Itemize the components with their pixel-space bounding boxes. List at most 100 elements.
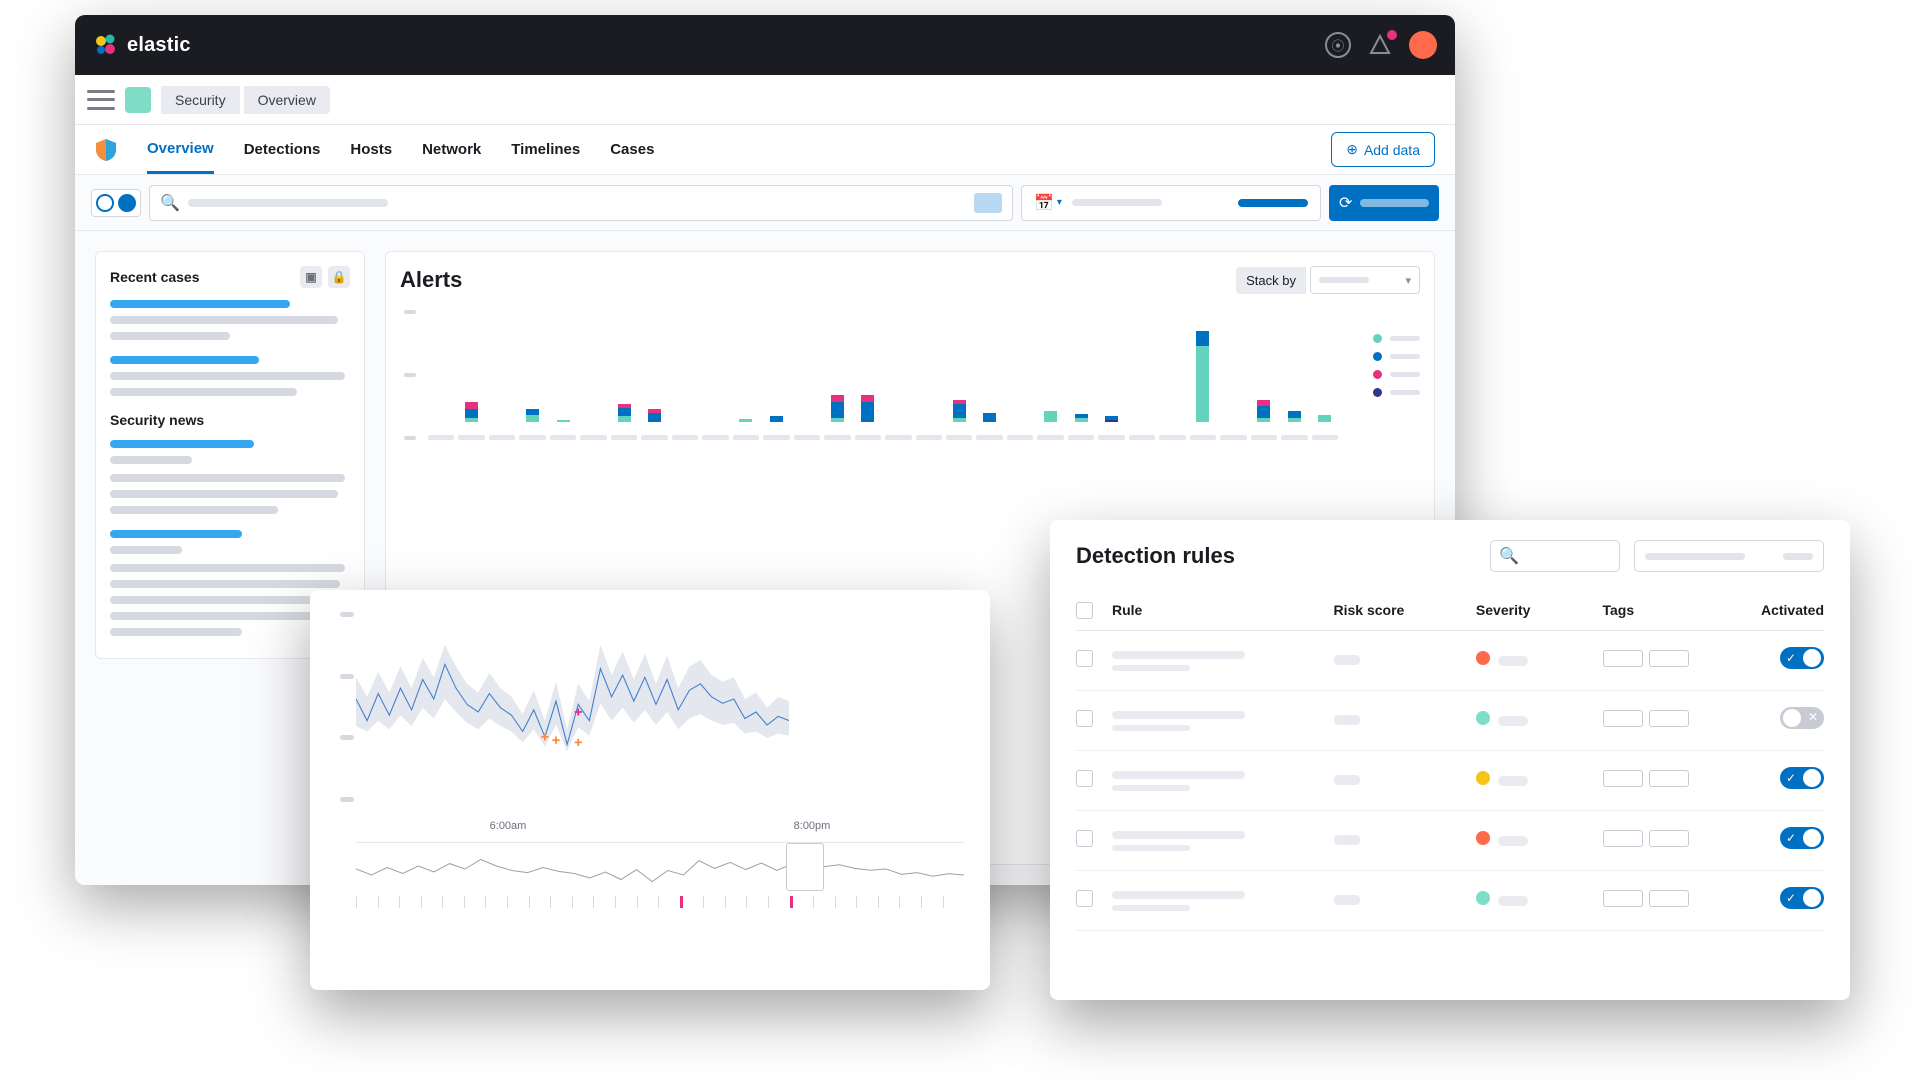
activated-toggle[interactable]: ✓ <box>1780 827 1824 849</box>
anomaly-xlabel-1: 6:00am <box>490 820 527 832</box>
refresh-label <box>1360 199 1429 207</box>
tabbar: Overview Detections Hosts Network Timeli… <box>75 125 1455 175</box>
col-severity[interactable]: Severity <box>1476 602 1603 622</box>
date-picker[interactable]: 📅 ▾ <box>1021 185 1321 221</box>
add-data-label: Add data <box>1364 142 1420 158</box>
menu-icon[interactable] <box>87 90 115 110</box>
news-text <box>110 612 336 620</box>
brush-window[interactable] <box>786 843 824 891</box>
activated-toggle[interactable]: ✕ <box>1780 707 1824 729</box>
news-text <box>110 596 343 604</box>
help-icon[interactable]: ⦿ <box>1325 32 1351 58</box>
card-action-icon[interactable]: ▣ <box>300 266 322 288</box>
row-checkbox[interactable] <box>1076 650 1093 667</box>
anomaly-svg <box>356 634 789 764</box>
activated-toggle[interactable]: ✓ <box>1780 767 1824 789</box>
add-data-button[interactable]: ⊕ Add data <box>1331 132 1435 167</box>
anomaly-xlabel-2: 8:00pm <box>794 820 831 832</box>
refresh-icon: ⟳ <box>1339 193 1352 213</box>
news-text <box>110 580 340 588</box>
notification-dot <box>1387 30 1397 40</box>
case-text <box>110 332 230 340</box>
news-link[interactable] <box>110 530 242 538</box>
news-text <box>110 564 345 572</box>
table-row[interactable]: ✓ <box>1076 631 1824 691</box>
refresh-button[interactable]: ⟳ <box>1329 185 1439 221</box>
date-text <box>1072 199 1162 206</box>
col-activated[interactable]: Activated <box>1745 602 1824 622</box>
news-text <box>110 474 345 482</box>
card-lock-icon[interactable]: 🔒 <box>328 266 350 288</box>
brush-svg <box>356 847 964 895</box>
table-row[interactable]: ✓ <box>1076 871 1824 931</box>
stack-by-label: Stack by <box>1236 267 1306 294</box>
tab-hosts[interactable]: Hosts <box>350 127 392 172</box>
search-placeholder <box>188 199 388 207</box>
table-row[interactable]: ✓ <box>1076 811 1824 871</box>
activated-toggle[interactable]: ✓ <box>1780 887 1824 909</box>
col-risk[interactable]: Risk score <box>1334 602 1476 622</box>
search-input[interactable]: 🔍 <box>149 185 1013 221</box>
table-row[interactable]: ✓ <box>1076 751 1824 811</box>
case-link[interactable] <box>110 356 259 364</box>
tab-detections[interactable]: Detections <box>244 127 321 172</box>
table-row[interactable]: ✕ <box>1076 691 1824 751</box>
search-icon: 🔍 <box>1499 546 1519 566</box>
row-checkbox[interactable] <box>1076 890 1093 907</box>
activated-toggle[interactable]: ✓ <box>1780 647 1824 669</box>
news-meta <box>110 546 182 554</box>
tab-network[interactable]: Network <box>422 127 481 172</box>
news-text <box>110 628 242 636</box>
filter-mode-outline[interactable] <box>96 194 114 212</box>
row-checkbox[interactable] <box>1076 830 1093 847</box>
col-rule[interactable]: Rule <box>1112 602 1334 622</box>
stack-by-select[interactable]: ▾ <box>1310 266 1420 294</box>
app-badge[interactable] <box>125 87 151 113</box>
topbar: elastic ⦿ <box>75 15 1455 75</box>
avatar[interactable] <box>1409 31 1437 59</box>
kql-badge[interactable] <box>974 193 1002 213</box>
alerts-legend <box>1373 334 1420 397</box>
breadcrumb-overview[interactable]: Overview <box>244 86 330 114</box>
elastic-logo-icon <box>93 32 119 58</box>
chevron-down-icon: ▾ <box>1405 274 1411 287</box>
col-tags[interactable]: Tags <box>1603 602 1745 622</box>
case-text <box>110 388 297 396</box>
news-text <box>110 490 338 498</box>
plus-icon: ⊕ <box>1346 141 1358 158</box>
security-shield-icon <box>95 138 117 162</box>
filter-toggles[interactable] <box>91 189 141 217</box>
rules-search-input[interactable]: 🔍 <box>1490 540 1620 572</box>
rules-title: Detection rules <box>1076 543 1235 569</box>
tab-overview[interactable]: Overview <box>147 126 214 174</box>
date-range <box>1238 199 1308 207</box>
breadcrumb-security[interactable]: Security <box>161 86 240 114</box>
security-news-title: Security news <box>110 412 204 428</box>
tab-cases[interactable]: Cases <box>610 127 654 172</box>
case-text <box>110 372 345 380</box>
subheader: Security Overview <box>75 75 1455 125</box>
rules-table-header: Rule Risk score Severity Tags Activated <box>1076 594 1824 631</box>
anomaly-chart[interactable]: 6:00am 8:00pm <box>356 612 964 832</box>
search-icon: 🔍 <box>160 193 180 213</box>
news-meta <box>110 456 192 464</box>
rules-action-button[interactable] <box>1634 540 1824 572</box>
select-all-checkbox[interactable] <box>1076 602 1093 619</box>
filter-mode-filled[interactable] <box>118 194 136 212</box>
brand-name: elastic <box>127 34 191 57</box>
detection-rules-card: Detection rules 🔍 Rule Risk score Severi… <box>1050 520 1850 1000</box>
row-checkbox[interactable] <box>1076 770 1093 787</box>
notifications-icon[interactable] <box>1369 34 1391 56</box>
case-link[interactable] <box>110 300 290 308</box>
news-link[interactable] <box>110 440 254 448</box>
filter-bar: 🔍 📅 ▾ ⟳ <box>75 175 1455 231</box>
alerts-chart[interactable] <box>426 310 1340 440</box>
news-text <box>110 506 278 514</box>
calendar-icon: 📅 ▾ <box>1034 193 1062 213</box>
alerts-title: Alerts <box>400 267 462 293</box>
anomaly-brush[interactable] <box>356 842 964 912</box>
row-checkbox[interactable] <box>1076 710 1093 727</box>
tab-timelines[interactable]: Timelines <box>511 127 580 172</box>
brand-logo[interactable]: elastic <box>93 32 191 58</box>
case-text <box>110 316 338 324</box>
